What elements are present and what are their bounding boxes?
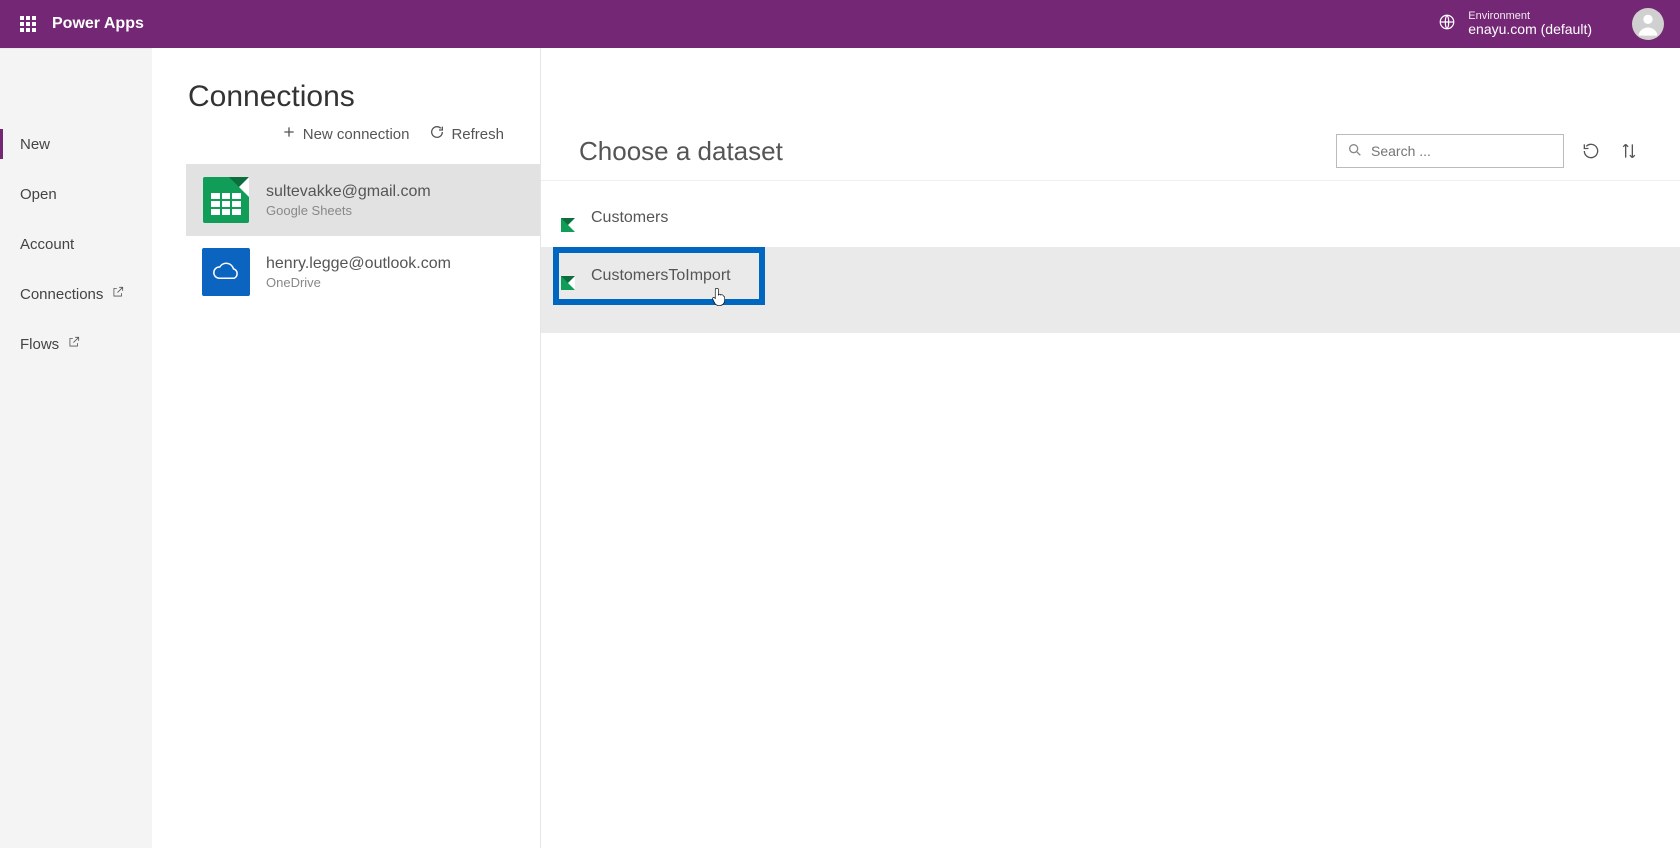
onedrive-icon (202, 248, 250, 296)
sidebar-item-label: Account (20, 236, 74, 253)
connection-subtitle: Google Sheets (266, 203, 431, 218)
sidebar-item-open[interactable]: Open (0, 169, 152, 219)
sidebar-item-flows[interactable]: Flows (0, 319, 152, 369)
sidebar-item-label: Connections (20, 286, 103, 303)
dataset-list: Customers CustomersToImport (541, 181, 1680, 313)
sidebar-item-label: Open (20, 186, 57, 203)
new-connection-label: New connection (303, 126, 410, 143)
environment-icon (1438, 13, 1456, 34)
dataset-search[interactable] (1336, 134, 1564, 168)
dataset-item-customers[interactable]: Customers (553, 189, 1668, 247)
connection-title: henry.legge@outlook.com (266, 255, 451, 273)
environment-name: enayu.com (default) (1468, 22, 1592, 37)
connection-item-google-sheets[interactable]: sultevakke@gmail.com Google Sheets (186, 164, 540, 236)
google-sheets-icon (202, 176, 250, 224)
new-connection-button[interactable]: New connection (281, 124, 410, 144)
refresh-connections-button[interactable]: Refresh (429, 124, 504, 144)
connections-title: Connections (188, 80, 516, 114)
left-sidebar: New Open Account Connections Flows (0, 48, 152, 848)
dataset-search-input[interactable] (1371, 143, 1553, 159)
search-icon (1347, 142, 1363, 161)
dataset-label: Customers (591, 209, 668, 227)
external-link-icon (111, 285, 125, 303)
external-link-icon (67, 335, 81, 353)
dataset-label: CustomersToImport (591, 267, 731, 285)
connection-subtitle: OneDrive (266, 275, 451, 290)
top-bar: Power Apps Environment enayu.com (defaul… (0, 0, 1680, 48)
dataset-item-customers-to-import[interactable]: CustomersToImport (553, 247, 765, 305)
dataset-column: Choose a dataset (540, 48, 1680, 848)
user-avatar[interactable] (1632, 8, 1664, 40)
dataset-title: Choose a dataset (579, 136, 783, 167)
cursor-pointer-icon (711, 287, 727, 307)
plus-icon (281, 124, 297, 144)
product-brand[interactable]: Power Apps (52, 15, 144, 33)
waffle-icon (20, 16, 36, 32)
connection-title: sultevakke@gmail.com (266, 183, 431, 201)
connections-list: sultevakke@gmail.com Google Sheets henry… (186, 164, 540, 308)
dataset-sort-button[interactable] (1618, 140, 1640, 162)
sidebar-item-label: Flows (20, 336, 59, 353)
environment-switcher[interactable]: Environment enayu.com (default) (1438, 10, 1592, 37)
sidebar-item-account[interactable]: Account (0, 219, 152, 269)
app-launcher-button[interactable] (8, 0, 48, 48)
refresh-icon (429, 124, 445, 144)
refresh-label: Refresh (451, 126, 504, 143)
sidebar-item-new[interactable]: New (0, 119, 152, 169)
connection-item-onedrive[interactable]: henry.legge@outlook.com OneDrive (186, 236, 540, 308)
dataset-refresh-button[interactable] (1580, 140, 1602, 162)
sidebar-item-connections[interactable]: Connections (0, 269, 152, 319)
sidebar-item-label: New (20, 136, 50, 153)
environment-label: Environment (1468, 10, 1592, 22)
connections-column: Connections New connection Refresh (152, 48, 540, 848)
